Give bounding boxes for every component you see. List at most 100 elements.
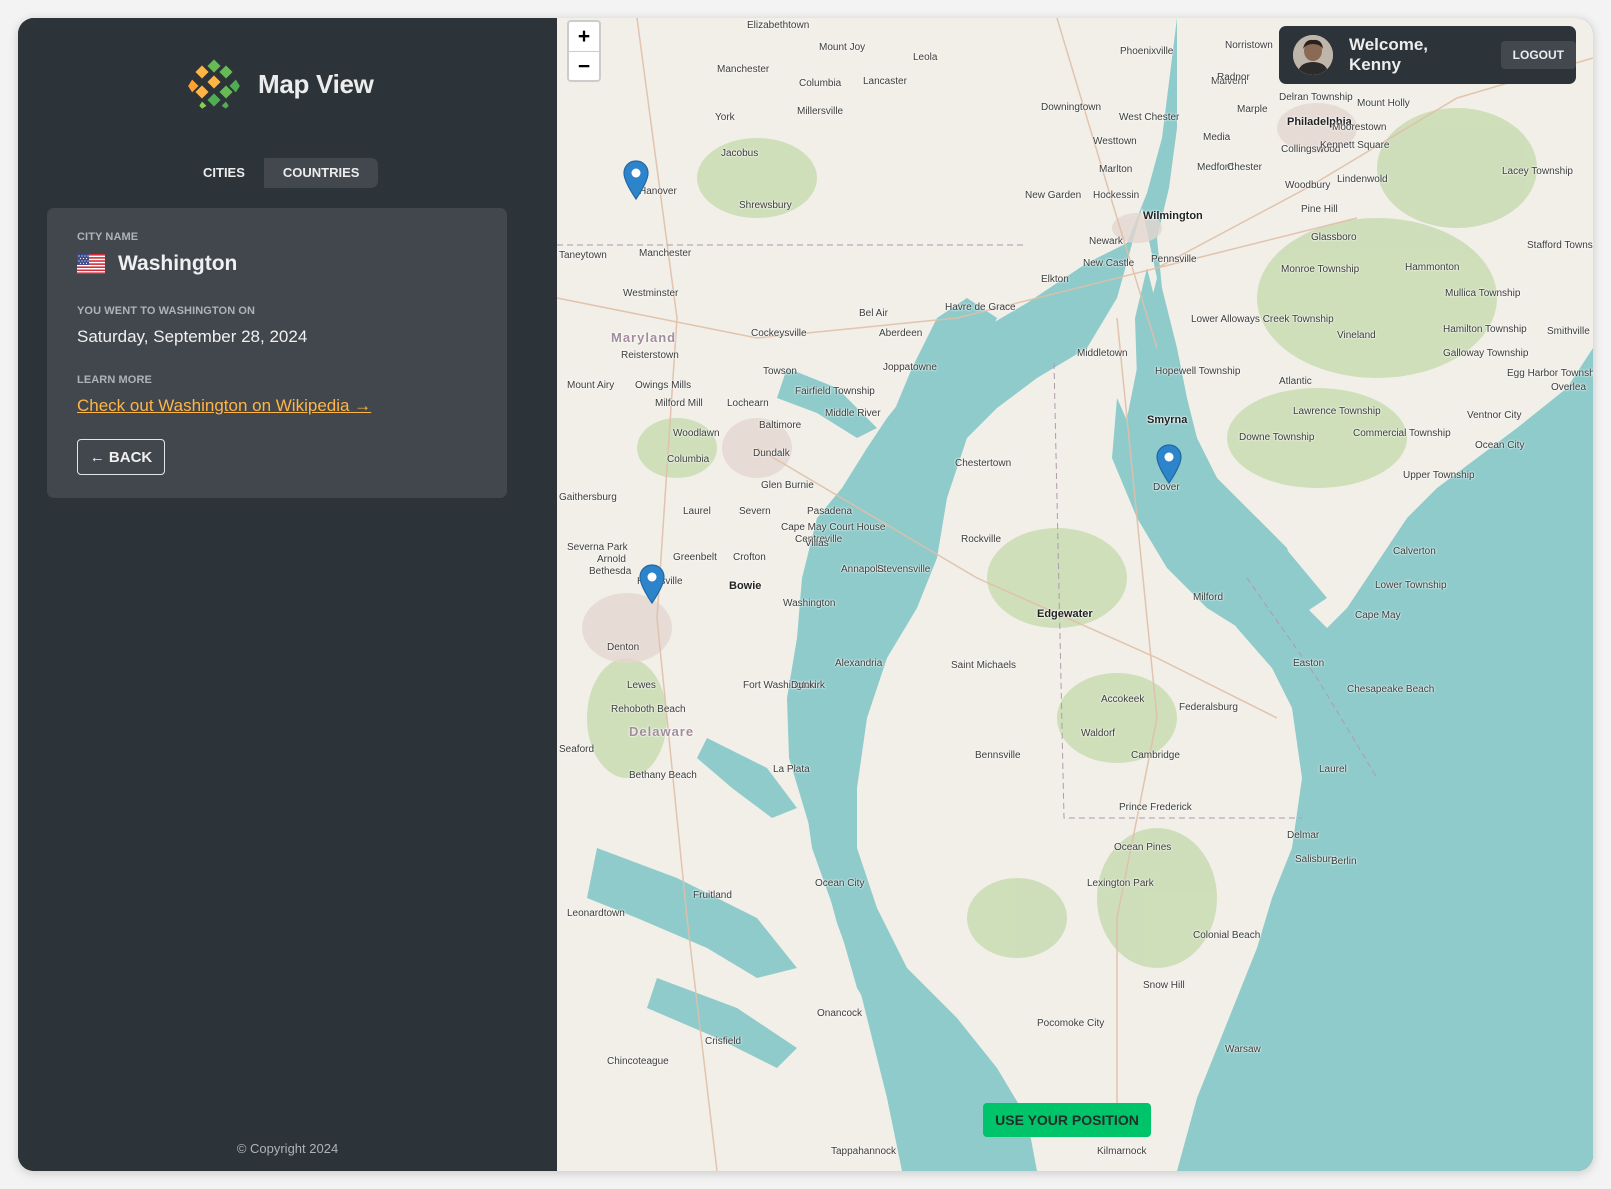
map-place-label: Owings Mills <box>635 380 692 391</box>
map-place-label: Atlantic <box>1279 376 1312 387</box>
map-place-label: Middletown <box>1077 348 1128 359</box>
map-place-label: Hopewell Township <box>1155 366 1241 377</box>
map-marker-washington[interactable] <box>639 564 665 605</box>
map-place-label: Villas <box>805 538 829 549</box>
us-flag-icon <box>77 254 105 274</box>
map-place-label: Dunkirk <box>791 680 825 691</box>
map-place-label: Elkton <box>1041 274 1069 285</box>
map-place-label: Lewes <box>627 680 656 691</box>
map-place-label: Westminster <box>623 288 679 299</box>
logout-button[interactable]: LOGOUT <box>1500 41 1576 69</box>
city-name-label: CITY NAME <box>77 231 139 243</box>
map-place-label: Taneytown <box>559 250 607 261</box>
map-place-label: Columbia <box>667 454 710 465</box>
map-place-label: Tappahannock <box>831 1146 897 1157</box>
map-place-label: Columbia <box>799 78 842 89</box>
back-button[interactable]: ← BACK <box>77 439 165 475</box>
map-place-label: Seaford <box>559 744 595 755</box>
map-place-label: Ocean City <box>815 878 865 889</box>
map-pin-icon <box>1156 444 1182 485</box>
map-place-label: Delran Township <box>1279 92 1353 103</box>
map-place-label: Chestertown <box>955 458 1012 469</box>
map-place-label: Easton <box>1293 658 1325 669</box>
zoom-in-button[interactable]: + <box>569 22 599 51</box>
map-place-label: Stafford Township <box>1527 240 1593 251</box>
map-place-label: Downe Township <box>1239 432 1315 443</box>
map[interactable]: Elizabethtown Mount Joy Leola Phoenixville N… <box>557 18 1593 1171</box>
tab-cities[interactable]: CITIES <box>184 158 264 188</box>
map-place-label: Reisterstown <box>621 350 679 361</box>
map-place-label: Monroe Township <box>1281 264 1360 275</box>
map-place-label: Middle River <box>825 408 881 419</box>
tab-countries[interactable]: COUNTRIES <box>264 158 379 188</box>
map-place-label: Glen Burnie <box>761 480 814 491</box>
map-place-label: Mullica Township <box>1445 288 1521 299</box>
zoom-control: + − <box>567 20 601 82</box>
map-place-label: Upper Township <box>1403 470 1475 481</box>
map-place-label: Snow Hill <box>1143 980 1185 991</box>
wikipedia-link[interactable]: Check out Washington on Wikipedia → <box>77 396 371 416</box>
map-place-label: Towson <box>763 366 797 377</box>
map-place-label: Milford Mill <box>655 398 703 409</box>
map-place-label: Crisfield <box>705 1036 742 1047</box>
map-pin-icon <box>639 564 665 605</box>
city-details-card: CITY NAME Washington YOU WENT TO WASHING… <box>47 208 507 498</box>
map-place-label: Phoenixville <box>1120 46 1174 57</box>
map-place-label: Milford <box>1193 592 1224 603</box>
map-place-label: Galloway Township <box>1443 348 1529 359</box>
map-place-label: Wilmington <box>1143 210 1203 222</box>
app-window: Map View CITIES COUNTRIES CITY NAME Wash… <box>18 18 1593 1171</box>
map-place-label: Laurel <box>1319 764 1347 775</box>
map-place-label: Overlea <box>1551 382 1587 393</box>
map-place-label: Greenbelt <box>673 552 717 563</box>
map-place-label: Mount Holly <box>1357 98 1410 109</box>
map-place-label: Baltimore <box>759 420 802 431</box>
map-place-label: Alexandria <box>835 658 883 669</box>
map-place-label: Ventnor City <box>1467 410 1522 421</box>
map-place-label: Mount Airy <box>567 380 615 391</box>
map-place-label: New Castle <box>1083 258 1135 269</box>
map-place-label: Denton <box>607 642 640 653</box>
sidebar: Map View CITIES COUNTRIES CITY NAME Wash… <box>18 18 557 1171</box>
map-place-label: Hammonton <box>1405 262 1460 273</box>
map-place-label: Lochearn <box>727 398 769 409</box>
map-place-label: Downingtown <box>1041 102 1102 113</box>
map-place-label: Chincoteague <box>607 1056 669 1067</box>
use-your-position-button[interactable]: USE YOUR POSITION <box>983 1103 1151 1137</box>
zoom-out-button[interactable]: − <box>569 51 599 81</box>
map-place-label: Havre de Grace <box>945 302 1016 313</box>
city-name: Washington <box>118 252 238 275</box>
map-place-label: Gaithersburg <box>559 492 617 503</box>
map-place-label: Lacey Township <box>1502 166 1573 177</box>
map-place-label: Warsaw <box>1225 1044 1261 1055</box>
map-place-label: Edgewater <box>1037 608 1093 620</box>
map-place-label: Ocean Pines <box>1114 842 1172 853</box>
map-place-label: Jacobus <box>721 148 759 159</box>
map-place-label: Hamilton Township <box>1443 324 1527 335</box>
map-place-label: Chesapeake Beach <box>1347 684 1435 695</box>
map-place-label: Cockeysville <box>751 328 807 339</box>
map-place-label: Colonial Beach <box>1193 930 1261 941</box>
map-place-label: Severn <box>739 506 771 517</box>
map-place-label: Fruitland <box>693 890 732 901</box>
map-place-label: Millersville <box>797 106 844 117</box>
map-place-label: Vineland <box>1337 330 1376 341</box>
map-place-label: Calverton <box>1393 546 1436 557</box>
map-marker-hanover[interactable] <box>623 160 649 201</box>
user-panel: Welcome, Kenny LOGOUT <box>1279 26 1576 84</box>
map-place-label: Radnor <box>1217 72 1250 83</box>
map-place-label: York <box>715 112 735 123</box>
map-place-label: Pasadena <box>807 506 853 517</box>
map-place-label: Delaware <box>629 724 695 739</box>
map-place-label: Berlin <box>1331 856 1357 867</box>
map-place-label: Leonardtown <box>567 908 625 919</box>
map-place-label: Smyrna <box>1147 414 1188 426</box>
map-place-label: Moorestown <box>1332 122 1387 133</box>
map-place-label: Laurel <box>683 506 711 517</box>
map-place-label: Westtown <box>1093 136 1137 147</box>
map-marker-dover[interactable] <box>1156 444 1182 485</box>
map-place-label: Pennsville <box>1151 254 1197 265</box>
logo[interactable]: Map View <box>186 56 374 112</box>
map-place-label: Dundalk <box>753 448 790 459</box>
map-place-label: Fairfield Township <box>795 386 875 397</box>
